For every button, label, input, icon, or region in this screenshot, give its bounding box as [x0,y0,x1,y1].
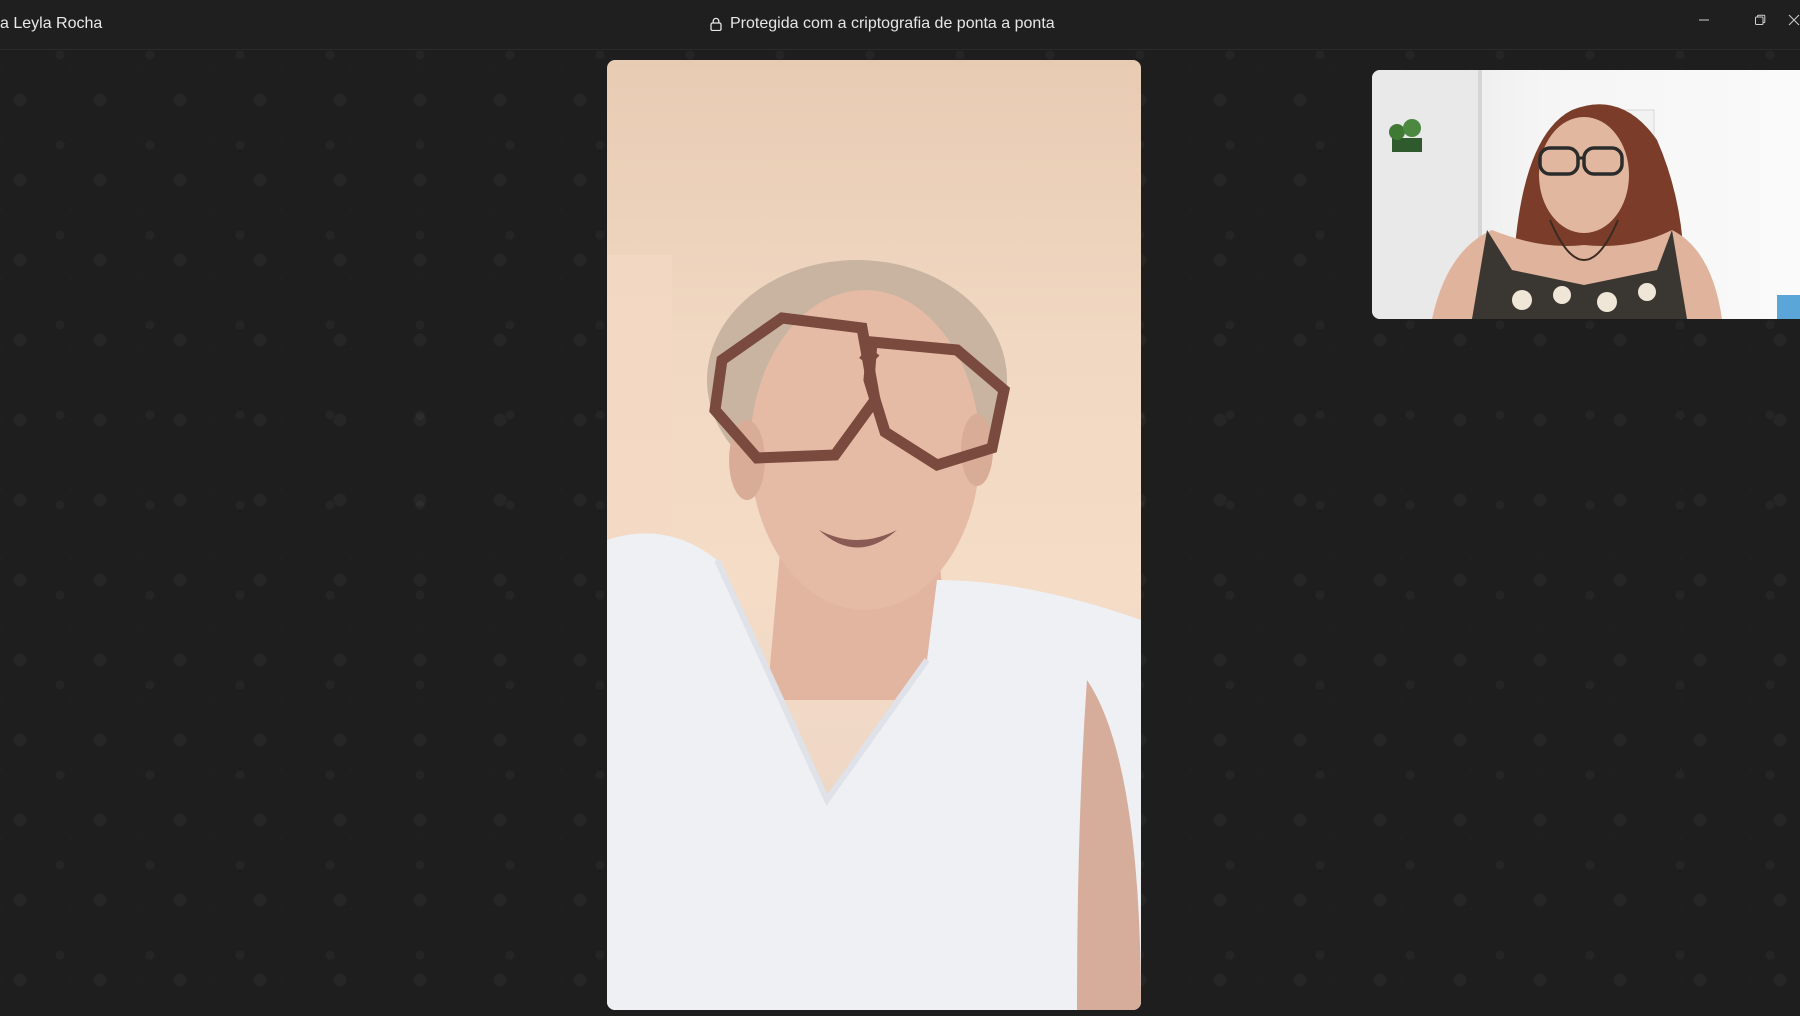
call-window: a Leyla Rocha Protegida com a criptograf… [0,0,1800,1016]
minimize-button[interactable] [1676,0,1732,40]
window-controls [1676,0,1800,40]
remote-video[interactable] [607,60,1141,1010]
restore-icon [1754,14,1766,26]
close-icon [1788,14,1800,26]
close-button[interactable] [1788,0,1800,40]
minimize-icon [1698,14,1710,26]
self-video[interactable] [1372,70,1800,319]
restore-button[interactable] [1732,0,1788,40]
title-bar: a Leyla Rocha Protegida com a criptograf… [0,0,1800,50]
remote-participant-image [607,255,1141,1010]
encryption-text: Protegida com a criptografia de ponta a … [730,15,1055,32]
self-participant-image [1372,70,1800,319]
caller-name: a Leyla Rocha [0,15,103,32]
encryption-notice: Protegida com a criptografia de ponta a … [710,15,1055,33]
lock-icon [710,17,722,31]
